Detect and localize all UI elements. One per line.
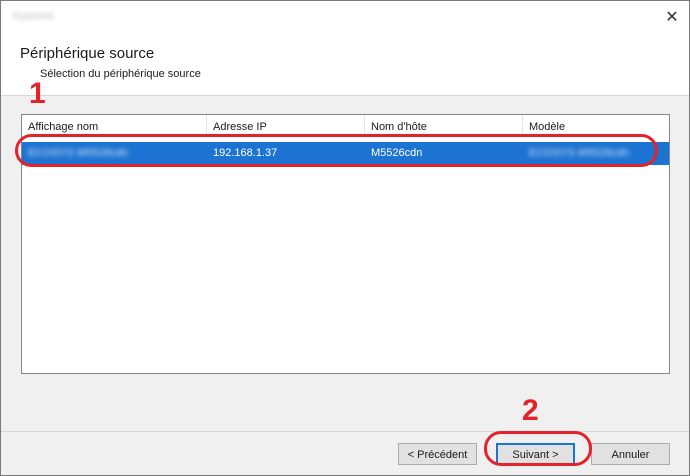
close-icon[interactable]: ✕ bbox=[661, 7, 683, 29]
title-bar: Kyocera ✕ bbox=[1, 1, 689, 35]
window-title: Kyocera bbox=[13, 10, 54, 22]
list-header: Affichage nom Adresse IP Nom d'hôte Modè… bbox=[22, 115, 669, 138]
cell-ip-address: 192.168.1.37 bbox=[213, 147, 278, 159]
cell-display-name: ECOSYS M5526cdn bbox=[28, 147, 129, 159]
column-header-host-name[interactable]: Nom d'hôte bbox=[365, 115, 523, 136]
device-list[interactable]: Affichage nom Adresse IP Nom d'hôte Modè… bbox=[21, 114, 670, 374]
column-header-display-name[interactable]: Affichage nom bbox=[22, 115, 207, 136]
step-1-marker: 1 bbox=[29, 77, 46, 110]
next-button[interactable]: Suivant > bbox=[496, 443, 575, 465]
table-row[interactable]: ECOSYS M5526cdn 192.168.1.37 M5526cdn EC… bbox=[22, 142, 669, 165]
page-subtitle: Sélection du périphérique source bbox=[40, 68, 201, 80]
wizard-header: Périphérique source Sélection du périphé… bbox=[1, 35, 689, 96]
footer-divider bbox=[1, 431, 689, 432]
cell-host-name: M5526cdn bbox=[371, 147, 423, 159]
previous-button[interactable]: < Précédent bbox=[398, 443, 477, 465]
step-2-marker: 2 bbox=[522, 394, 539, 427]
cancel-button[interactable]: Annuler bbox=[591, 443, 670, 465]
page-title: Périphérique source bbox=[20, 45, 155, 62]
column-header-ip-address[interactable]: Adresse IP bbox=[207, 115, 365, 136]
dialog-window: Kyocera ✕ Périphérique source Sélection … bbox=[0, 0, 690, 476]
column-header-model[interactable]: Modèle bbox=[523, 115, 669, 136]
cell-model: ECOSYS M5526cdn bbox=[529, 147, 630, 159]
